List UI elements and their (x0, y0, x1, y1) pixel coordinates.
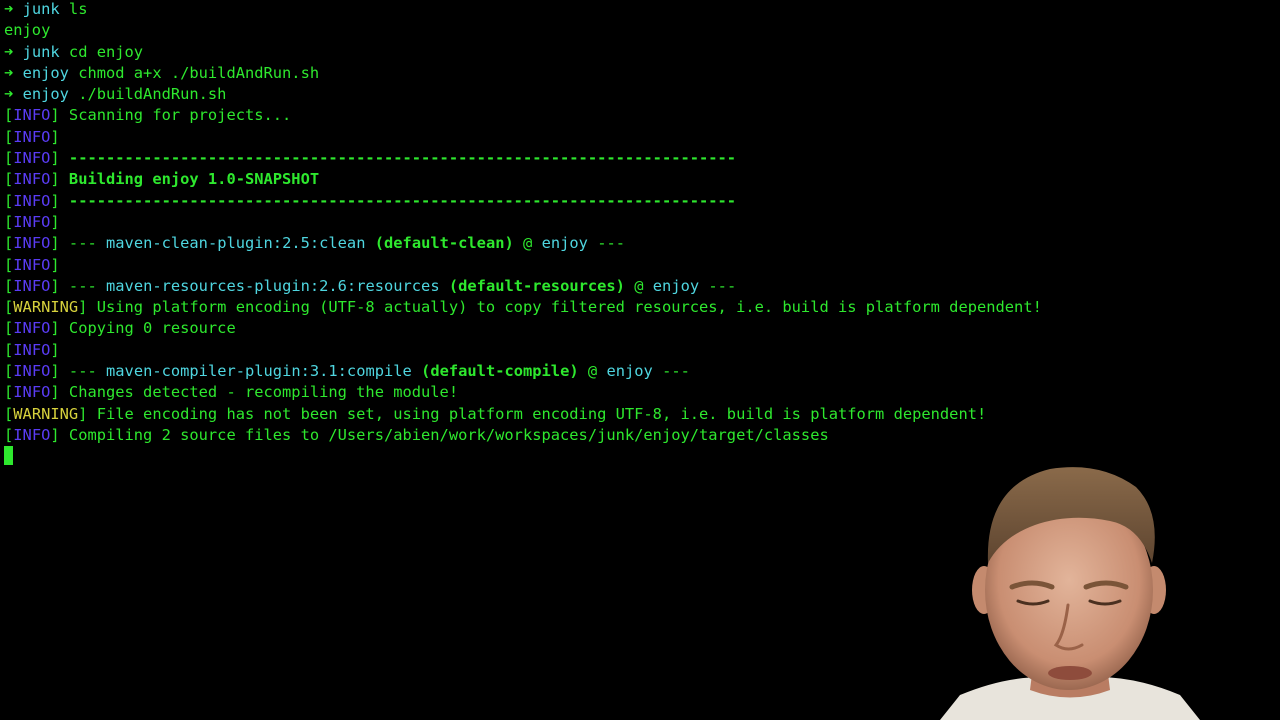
log-line: [INFO] (4, 340, 60, 359)
prompt-directory: enjoy (22, 85, 69, 104)
log-line: [INFO] --- maven-clean-plugin:2.5:clean … (4, 234, 626, 253)
warning-tag: WARNING (13, 298, 79, 317)
log-message: Using platform encoding (UTF-8 actually)… (96, 298, 1042, 317)
terminal-window[interactable]: ➜ junk ls enjoy ➜ junk cd enjoy ➜ enjoy … (0, 0, 1280, 720)
log-message: Scanning for projects... (68, 106, 292, 125)
prompt-directory: junk (22, 42, 60, 61)
info-tag: INFO (13, 255, 51, 274)
prompt-arrow-icon: ➜ (4, 63, 14, 82)
plugin-name: maven-clean-plugin:2.5:clean (106, 234, 366, 253)
prompt-command: cd enjoy (68, 42, 144, 61)
log-message: Compiling 2 source files to /Users/abien… (68, 425, 829, 444)
log-separator: ----------------------------------------… (68, 149, 737, 168)
webcam-overlay (940, 455, 1200, 720)
log-line: [INFO] Compiling 2 source files to /User… (4, 425, 829, 444)
info-tag: INFO (13, 212, 51, 231)
log-message: Changes detected - recompiling the modul… (68, 383, 459, 402)
prompt-arrow-icon: ➜ (4, 85, 14, 104)
project-name: enjoy (652, 276, 700, 295)
presenter-image (940, 467, 1200, 720)
log-message: Copying 0 resource (68, 319, 236, 338)
log-line: [INFO] ---------------------------------… (4, 149, 737, 168)
terminal-output: ➜ junk ls enjoy ➜ junk cd enjoy ➜ enjoy … (4, 0, 1204, 468)
log-line: [INFO] (4, 127, 60, 146)
ls-output: enjoy (4, 21, 51, 40)
log-message: File encoding has not been set, using pl… (96, 404, 987, 423)
info-tag: INFO (13, 425, 51, 444)
log-line: [INFO] Scanning for projects... (4, 106, 292, 125)
info-tag: INFO (13, 362, 51, 381)
log-line: [INFO] ---------------------------------… (4, 191, 737, 210)
project-name: enjoy (606, 362, 653, 381)
info-tag: INFO (13, 170, 51, 189)
prompt-line: ➜ enjoy chmod a+x ./buildAndRun.sh (4, 63, 1204, 84)
prompt-command: ./buildAndRun.sh (78, 85, 227, 104)
prompt-command: ls (68, 0, 88, 18)
prompt-line: ➜ junk cd enjoy (4, 42, 1204, 63)
plugin-name: maven-resources-plugin:2.6:resources (106, 276, 440, 295)
prompt-line: ➜ junk ls (4, 0, 1204, 20)
plugin-goal: (default-clean) (374, 234, 514, 253)
project-name: enjoy (541, 234, 588, 253)
log-line: [INFO] Copying 0 resource (4, 319, 236, 338)
log-message: Building enjoy 1.0-SNAPSHOT (68, 170, 320, 189)
log-line: [INFO] Building enjoy 1.0-SNAPSHOT (4, 170, 320, 189)
log-line: [WARNING] File encoding has not been set… (4, 404, 987, 423)
prompt-line: ➜ enjoy ./buildAndRun.sh (4, 84, 1204, 105)
log-line: [INFO] --- maven-resources-plugin:2.6:re… (4, 276, 737, 295)
info-tag: INFO (13, 340, 51, 359)
prompt-command: chmod a+x ./buildAndRun.sh (78, 63, 320, 82)
info-tag: INFO (13, 191, 51, 210)
command-output-line: enjoy (4, 20, 1204, 41)
prompt-directory: junk (22, 0, 60, 18)
terminal-cursor[interactable] (4, 446, 13, 466)
info-tag: INFO (13, 276, 51, 295)
prompt-arrow-icon: ➜ (4, 42, 14, 61)
log-line: [INFO] (4, 255, 60, 274)
plugin-name: maven-compiler-plugin:3.1:compile (106, 362, 412, 381)
log-line: [WARNING] Using platform encoding (UTF-8… (4, 298, 1042, 317)
plugin-goal: (default-compile) (421, 362, 579, 381)
info-tag: INFO (13, 234, 51, 253)
info-tag: INFO (13, 319, 51, 338)
prompt-directory: enjoy (22, 63, 69, 82)
prompt-arrow-icon: ➜ (4, 0, 14, 18)
log-line: [INFO] --- maven-compiler-plugin:3.1:com… (4, 362, 690, 381)
warning-tag: WARNING (13, 404, 79, 423)
info-tag: INFO (13, 127, 51, 146)
plugin-goal: (default-resources) (448, 276, 625, 295)
info-tag: INFO (13, 383, 51, 402)
log-separator: ----------------------------------------… (68, 191, 737, 210)
log-line: [INFO] Changes detected - recompiling th… (4, 383, 459, 402)
info-tag: INFO (13, 149, 51, 168)
log-line: [INFO] (4, 212, 60, 231)
info-tag: INFO (13, 106, 51, 125)
